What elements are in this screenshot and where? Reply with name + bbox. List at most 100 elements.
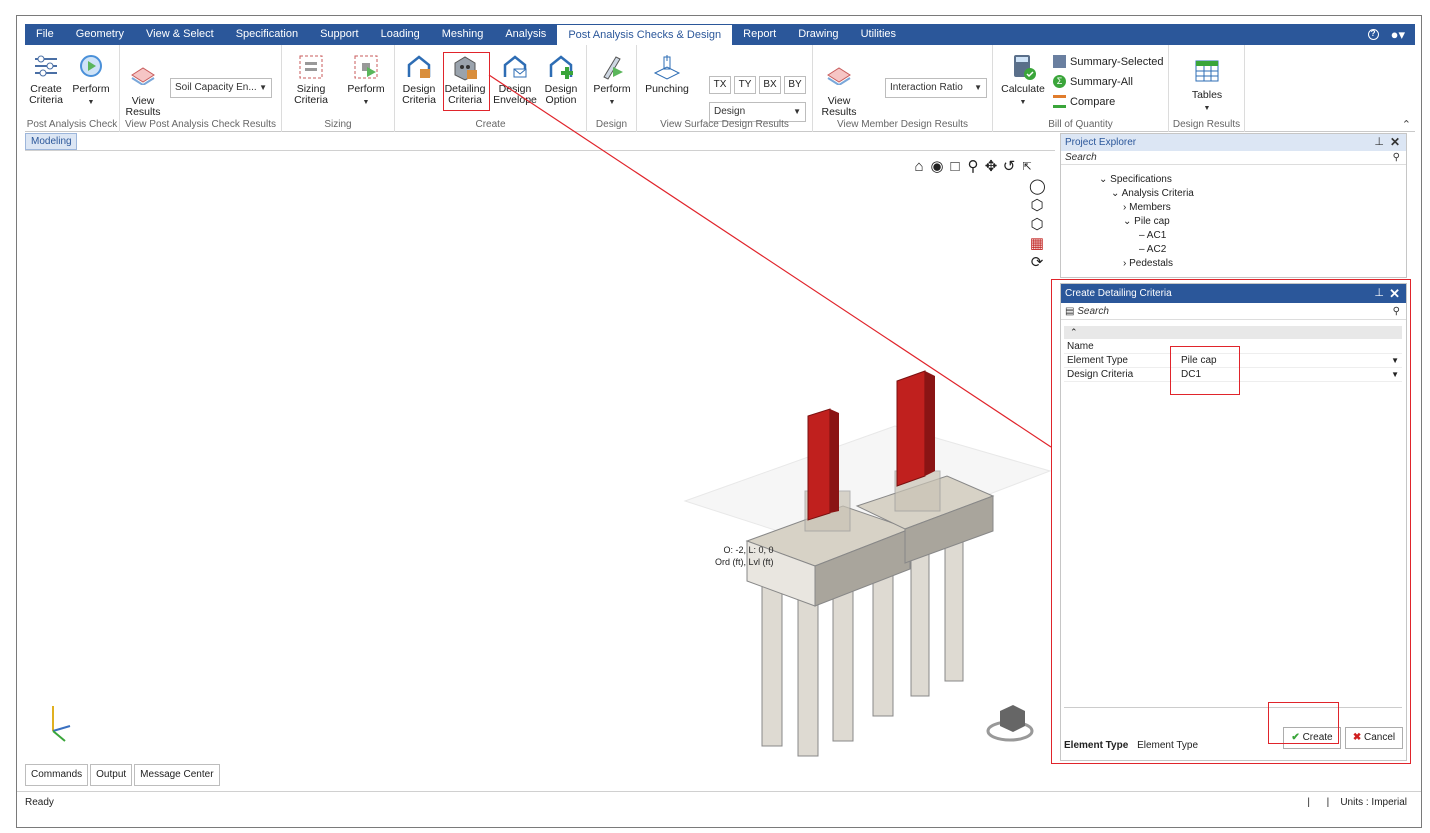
menu-tab-specification[interactable]: Specification	[225, 24, 309, 45]
property-row-design-criteria[interactable]: Design Criteria DC1 ▼	[1064, 368, 1402, 382]
tab-commands[interactable]: Commands	[25, 764, 89, 786]
chevron-down-icon: ▼	[1203, 105, 1211, 112]
by-button[interactable]: BY	[784, 76, 806, 94]
dropdown-arrow-icon[interactable]: ▼	[1391, 368, 1399, 382]
tree-item-specifications[interactable]: ⌄ Specifications	[1099, 174, 1172, 185]
bx-button[interactable]: BX	[759, 76, 781, 94]
dropdown-arrow-icon[interactable]: ▼	[1391, 354, 1399, 368]
tree-item-members[interactable]: › Members	[1123, 202, 1171, 213]
member-view-results-button[interactable]: View Results	[817, 65, 861, 118]
perform-check-label: Perform	[72, 83, 110, 95]
tab-message-center[interactable]: Message Center	[134, 764, 220, 786]
sizing-criteria-button[interactable]: Sizing Criteria	[289, 53, 333, 106]
design-envelope-icon	[501, 53, 529, 81]
group-view-surface: Punching TX TY BX BY Design ▼ View Surfa…	[637, 45, 813, 132]
tree-label-ac1: AC1	[1146, 230, 1167, 241]
punching-label: Punching	[645, 83, 689, 95]
help-icon[interactable]: ?	[1367, 29, 1379, 40]
coordinate-readout: O: -2, L: 0, 0 Ord (ft), Lvl (ft)	[715, 544, 774, 568]
menu-tab-file[interactable]: File	[25, 24, 65, 45]
summary-all-button[interactable]: Σ Summary-All	[1053, 75, 1133, 88]
design-criteria-label: Design Criteria	[1067, 369, 1134, 380]
group-design-results: Tables ▼ Design Results	[1169, 45, 1245, 132]
tree-item-ac1[interactable]: – AC1	[1139, 230, 1166, 241]
tab-modeling[interactable]: Modeling	[25, 133, 77, 150]
checkmark-icon: ✔	[1291, 732, 1300, 743]
compare-button[interactable]: Compare	[1053, 95, 1115, 108]
tx-button[interactable]: TX	[709, 76, 731, 94]
ribbon: Create Criteria Perform ▼ Post Analysis …	[25, 45, 1415, 132]
close-icon[interactable]: ✕	[1389, 284, 1400, 303]
design-envelope-button[interactable]: Design Envelope	[493, 53, 537, 106]
summary-selected-icon	[1053, 55, 1066, 68]
design-option-button[interactable]: Design Option	[541, 53, 581, 106]
property-row-element-type[interactable]: Element Type Pile cap ▼	[1064, 354, 1402, 368]
chevron-down-icon: ▼	[1019, 99, 1027, 106]
menu-tab-meshing[interactable]: Meshing	[431, 24, 495, 45]
chevron-down-icon: ▼	[362, 99, 370, 106]
summary-selected-button[interactable]: Summary-Selected	[1053, 55, 1164, 68]
group-view-member: View Results Interaction Ratio ▼ View Me…	[813, 45, 993, 132]
explorer-search-input[interactable]: Search ⚲	[1061, 151, 1406, 165]
compare-label: Compare	[1070, 95, 1116, 108]
menu-tab-report[interactable]: Report	[732, 24, 787, 45]
interaction-ratio-value: Interaction Ratio	[890, 82, 963, 93]
tree-item-pile-cap[interactable]: ⌄ Pile cap	[1123, 216, 1170, 227]
menu-tab-loading[interactable]: Loading	[370, 24, 431, 45]
detailing-criteria-button[interactable]: Detailing Criteria	[443, 53, 487, 106]
explorer-search-placeholder: Search	[1065, 152, 1097, 163]
interaction-ratio-dropdown[interactable]: Interaction Ratio ▼	[885, 78, 987, 98]
menu-tab-view-select[interactable]: View & Select	[135, 24, 225, 45]
menu-tab-analysis[interactable]: Analysis	[494, 24, 557, 45]
close-icon[interactable]: ✕	[1390, 134, 1400, 151]
property-group-header[interactable]: ⌃	[1064, 326, 1402, 339]
ty-button[interactable]: TY	[734, 76, 756, 94]
design-criteria-value[interactable]: DC1	[1181, 368, 1201, 382]
calculate-button[interactable]: Calculate ▼	[999, 53, 1047, 108]
punching-button[interactable]: Punching	[643, 53, 691, 95]
pile-cap-model	[52, 370, 1052, 757]
dialog-title: Create Detailing Criteria	[1065, 288, 1172, 299]
dialog-search-input[interactable]: ▤ Search ⚲	[1061, 303, 1406, 320]
design-perform-button[interactable]: Perform ▼	[591, 53, 633, 108]
tables-button[interactable]: Tables ▼	[1181, 59, 1233, 114]
menu-tab-utilities[interactable]: Utilities	[850, 24, 907, 45]
units-label: Units : Imperial	[1340, 797, 1407, 808]
property-row-name[interactable]: Name	[1064, 340, 1402, 354]
punching-icon	[653, 53, 681, 81]
search-icon[interactable]: ⚲	[1393, 303, 1400, 320]
bottom-tabs: Commands Output Message Center	[25, 764, 220, 786]
description-title: Element Type	[1064, 740, 1129, 751]
tree-item-analysis-criteria[interactable]: ⌄ Analysis Criteria	[1111, 188, 1194, 199]
create-button[interactable]: ✔ Create	[1283, 727, 1341, 749]
calculate-label: Calculate	[1001, 83, 1045, 95]
element-type-value[interactable]: Pile cap	[1181, 354, 1217, 368]
collapse-ribbon-icon[interactable]: ⌃	[1402, 118, 1411, 131]
perform-check-button[interactable]: Perform ▼	[71, 53, 111, 108]
create-criteria-button[interactable]: Create Criteria	[29, 53, 63, 106]
pin-icon[interactable]: ⊥	[1374, 134, 1384, 151]
view-cube-icon[interactable]	[986, 705, 1034, 742]
view-results-button[interactable]: View Results	[125, 65, 161, 118]
detailing-criteria-icon	[451, 53, 479, 81]
list-settings-icon	[32, 53, 60, 81]
menu-tab-drawing[interactable]: Drawing	[787, 24, 849, 45]
tree-item-pedestals[interactable]: › Pedestals	[1123, 258, 1173, 269]
model-viewport[interactable]: ⌂ ◉ □ ⚲ ✥ ↺ ⇱ ◯ ⬡ ⬡ ▦ ⟳ O: -2, L: 0, 0 O…	[25, 150, 1055, 762]
group-label-boq: Bill of Quantity	[1048, 119, 1113, 130]
group-label-design: Design	[595, 119, 628, 130]
design-criteria-button[interactable]: Design Criteria	[399, 53, 439, 106]
design-criteria-label: Design Criteria	[402, 83, 436, 106]
soil-capacity-dropdown[interactable]: Soil Capacity En... ▼	[170, 78, 272, 98]
search-icon[interactable]: ⚲	[1393, 151, 1400, 165]
tab-output[interactable]: Output	[90, 764, 133, 786]
sizing-perform-button[interactable]: Perform ▼	[344, 53, 388, 108]
user-icon[interactable]: ●▾	[1391, 27, 1405, 43]
menu-tab-support[interactable]: Support	[309, 24, 370, 45]
category-view-icon[interactable]: ▤	[1065, 306, 1074, 317]
tree-item-ac2[interactable]: – AC2	[1139, 244, 1166, 255]
cancel-button[interactable]: ✖ Cancel	[1345, 727, 1403, 749]
menu-tab-geometry[interactable]: Geometry	[65, 24, 135, 45]
menu-tab-post-analysis[interactable]: Post Analysis Checks & Design	[557, 25, 733, 45]
pin-icon[interactable]: ⊥	[1374, 284, 1384, 303]
